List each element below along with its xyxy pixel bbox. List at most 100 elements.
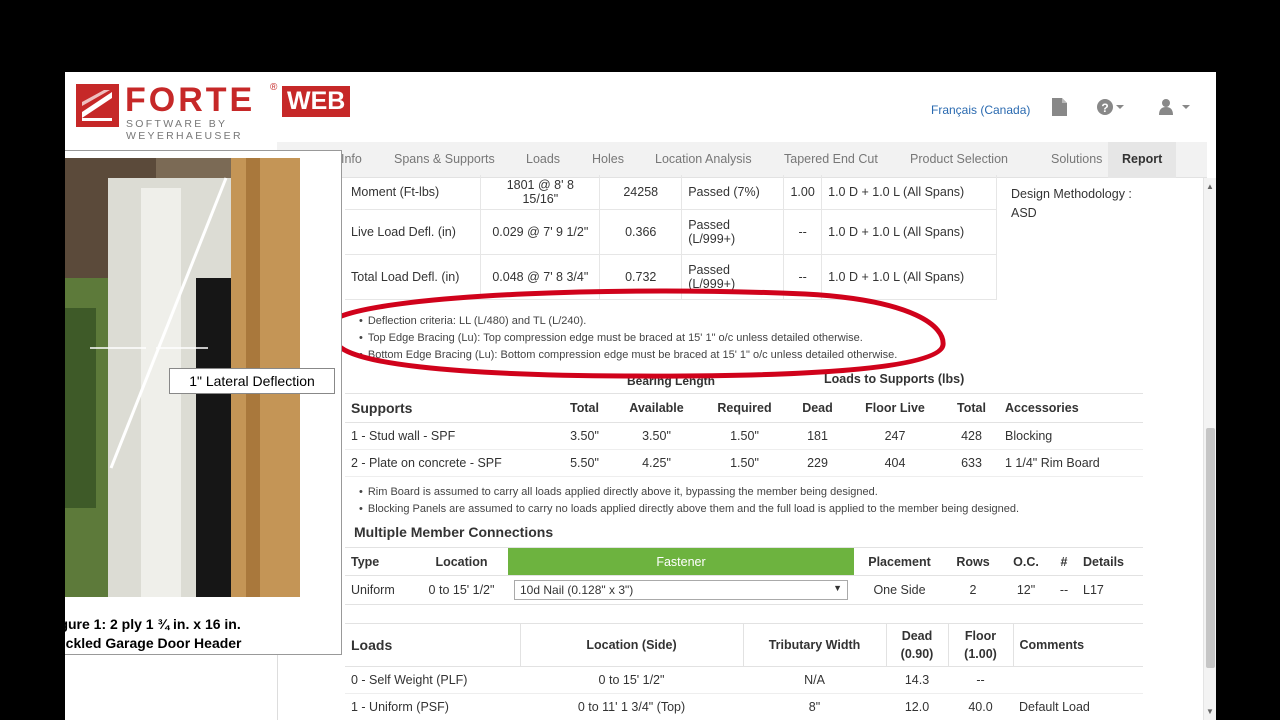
- supports-table: Supports Total Available Required Dead F…: [345, 394, 1143, 477]
- result-actual: 0.048 @ 7' 8 3/4": [480, 254, 601, 300]
- connection-placement: One Side: [873, 583, 926, 597]
- result-label: Live Load Defl. (in): [345, 209, 482, 255]
- col-available: Available: [629, 400, 684, 415]
- table-row: Total Load Defl. (in) 0.048 @ 7' 8 3/4" …: [345, 254, 997, 300]
- connection-type: Uniform: [351, 583, 395, 597]
- logo-registered: ®: [270, 82, 278, 93]
- col-placement: Placement: [868, 554, 931, 569]
- support-total-load: 428: [961, 428, 982, 443]
- loads-table: Loads Location (Side) Tributary Width De…: [345, 623, 1143, 720]
- load-tributary: 8": [808, 700, 821, 715]
- result-ldf: --: [783, 254, 823, 300]
- table-row: 1 - Uniform (PSF) 0 to 11' 1 3/4" (Top) …: [345, 694, 1143, 720]
- result-status: Passed (L/999+): [681, 254, 785, 300]
- col-comments: Comments: [1012, 623, 1143, 667]
- table-row: Moment (Ft-lbs) 1801 @ 8' 8 15/16" 24258…: [345, 175, 997, 210]
- table-header-row: Loads Location (Side) Tributary Width De…: [345, 623, 1143, 667]
- result-actual: 1801 @ 8' 8 15/16": [480, 175, 601, 210]
- load-comments: Default Load: [1019, 700, 1090, 715]
- load-floor: 40.0: [968, 700, 993, 715]
- tab-loads[interactable]: Loads: [526, 152, 560, 166]
- tab-spans-supports[interactable]: Spans & Supports: [394, 152, 495, 166]
- scrollbar-thumb[interactable]: [1206, 428, 1215, 668]
- tab-holes[interactable]: Holes: [592, 152, 624, 166]
- figure-overlay: 1" Lateral Deflection Figure 1: 2 ply 1 …: [65, 150, 342, 655]
- scroll-up-icon[interactable]: ▲: [1206, 182, 1214, 191]
- result-allowed: 0.366: [599, 209, 683, 255]
- result-combo: 1.0 D + 1.0 L (All Spans): [821, 254, 997, 300]
- note-blocking-panels: Blocking Panels are assumed to carry no …: [359, 503, 1019, 515]
- tab-tapered-end-cut[interactable]: Tapered End Cut: [784, 152, 878, 166]
- fastener-select[interactable]: 10d Nail (0.128" x 3") ▼: [514, 580, 848, 600]
- col-count: #: [1060, 554, 1068, 569]
- col-supports: Supports: [351, 399, 413, 416]
- col-tributary-width: Tributary Width: [742, 623, 886, 667]
- load-floor: --: [976, 673, 985, 687]
- col-location: Location: [435, 554, 488, 569]
- col-location-side: Location (Side): [519, 623, 743, 667]
- result-allowed: 24258: [599, 175, 683, 210]
- logo-subtitle: SOFTWARE BY WEYERHAEUSER: [126, 118, 243, 142]
- table-header-row: Supports Total Available Required Dead F…: [345, 394, 1143, 422]
- support-total: 3.50": [570, 428, 599, 443]
- load-tributary: N/A: [804, 673, 825, 687]
- col-dead: Dead: [802, 400, 833, 415]
- support-name: 1 - Stud wall - SPF: [351, 428, 456, 443]
- document-icon[interactable]: [1052, 98, 1067, 121]
- logo-web: WEB: [282, 86, 351, 117]
- scroll-down-icon[interactable]: ▼: [1206, 707, 1214, 716]
- fastener-cell: 10d Nail (0.128" x 3") ▼: [508, 576, 854, 605]
- group-bearing-length: Bearing Length: [627, 374, 716, 388]
- col-total-load: Total: [957, 400, 986, 415]
- result-actual: 0.029 @ 7' 9 1/2": [480, 209, 601, 255]
- table-row: Live Load Defl. (in) 0.029 @ 7' 9 1/2" 0…: [345, 209, 997, 255]
- help-menu-icon[interactable]: ?: [1096, 98, 1126, 121]
- design-results-table: Moment (Ft-lbs) 1801 @ 8' 8 15/16" 24258…: [345, 175, 997, 300]
- col-dead-factor: Dead (0.90): [885, 623, 948, 667]
- design-methodology: Design Methodology : ASD: [1011, 187, 1132, 220]
- load-location: 0 to 11' 1 3/4" (Top): [577, 700, 686, 715]
- tab-solutions[interactable]: Solutions: [1051, 152, 1102, 166]
- table-row: Uniform 0 to 15' 1/2" 10d Nail (0.128" x…: [345, 576, 1143, 605]
- support-dead: 229: [807, 455, 828, 470]
- load-dead: 12.0: [904, 700, 930, 715]
- tab-report[interactable]: Report: [1108, 142, 1177, 178]
- user-menu-icon[interactable]: [1158, 98, 1192, 121]
- support-floor-live: 404: [884, 455, 906, 470]
- support-required: 1.50": [730, 455, 759, 470]
- load-name: 0 - Self Weight (PLF): [351, 673, 468, 687]
- support-dead: 181: [807, 428, 828, 443]
- col-fastener: Fastener: [508, 547, 854, 576]
- forteweb-logo[interactable]: FORTE ® WEB SOFTWARE BY WEYERHAEUSER: [76, 81, 351, 142]
- col-required: Required: [717, 400, 772, 415]
- col-loads: Loads: [351, 637, 393, 653]
- connections-table: Type Location Fastener Placement Rows O.…: [345, 547, 1143, 605]
- result-status: Passed (7%): [681, 175, 785, 210]
- col-details: Details: [1083, 554, 1124, 569]
- result-ldf: 1.00: [783, 175, 823, 210]
- tab-location-analysis[interactable]: Location Analysis: [655, 152, 752, 166]
- result-ldf: --: [783, 209, 823, 255]
- tab-product-selection[interactable]: Product Selection: [910, 152, 1008, 166]
- figure-caption-line-1: Figure 1: 2 ply 1 ¾ in. x 16 in.: [65, 616, 241, 632]
- connection-oc: 12": [1016, 583, 1036, 597]
- result-allowed: 0.732: [599, 254, 683, 300]
- logo-mark-icon: [76, 84, 119, 127]
- connection-details: L17: [1083, 583, 1104, 597]
- note-top-edge-bracing: Top Edge Bracing (Lu): Top compression e…: [359, 332, 863, 344]
- table-row: 1 - Stud wall - SPF 3.50" 3.50" 1.50" 18…: [345, 422, 1143, 449]
- support-name: 2 - Plate on concrete - SPF: [351, 455, 502, 470]
- svg-text:?: ?: [1101, 101, 1108, 115]
- col-type: Type: [351, 554, 380, 569]
- figure-caption-line-2: Buckled Garage Door Header: [65, 635, 242, 651]
- tab-info[interactable]: Info: [341, 152, 362, 166]
- load-location: 0 to 15' 1/2": [598, 673, 665, 687]
- support-available: 4.25": [642, 455, 671, 470]
- app-window: FORTE ® WEB SOFTWARE BY WEYERHAEUSER Fra…: [65, 72, 1216, 720]
- col-floor-live: Floor Live: [865, 400, 925, 415]
- col-floor-factor: Floor (1.00): [947, 623, 1013, 667]
- language-link[interactable]: Français (Canada): [931, 103, 1030, 117]
- support-accessories: 1 1/4" Rim Board: [1005, 455, 1100, 470]
- load-dead: 14.3: [904, 673, 930, 687]
- vertical-scrollbar[interactable]: ▲ ▼: [1203, 178, 1216, 720]
